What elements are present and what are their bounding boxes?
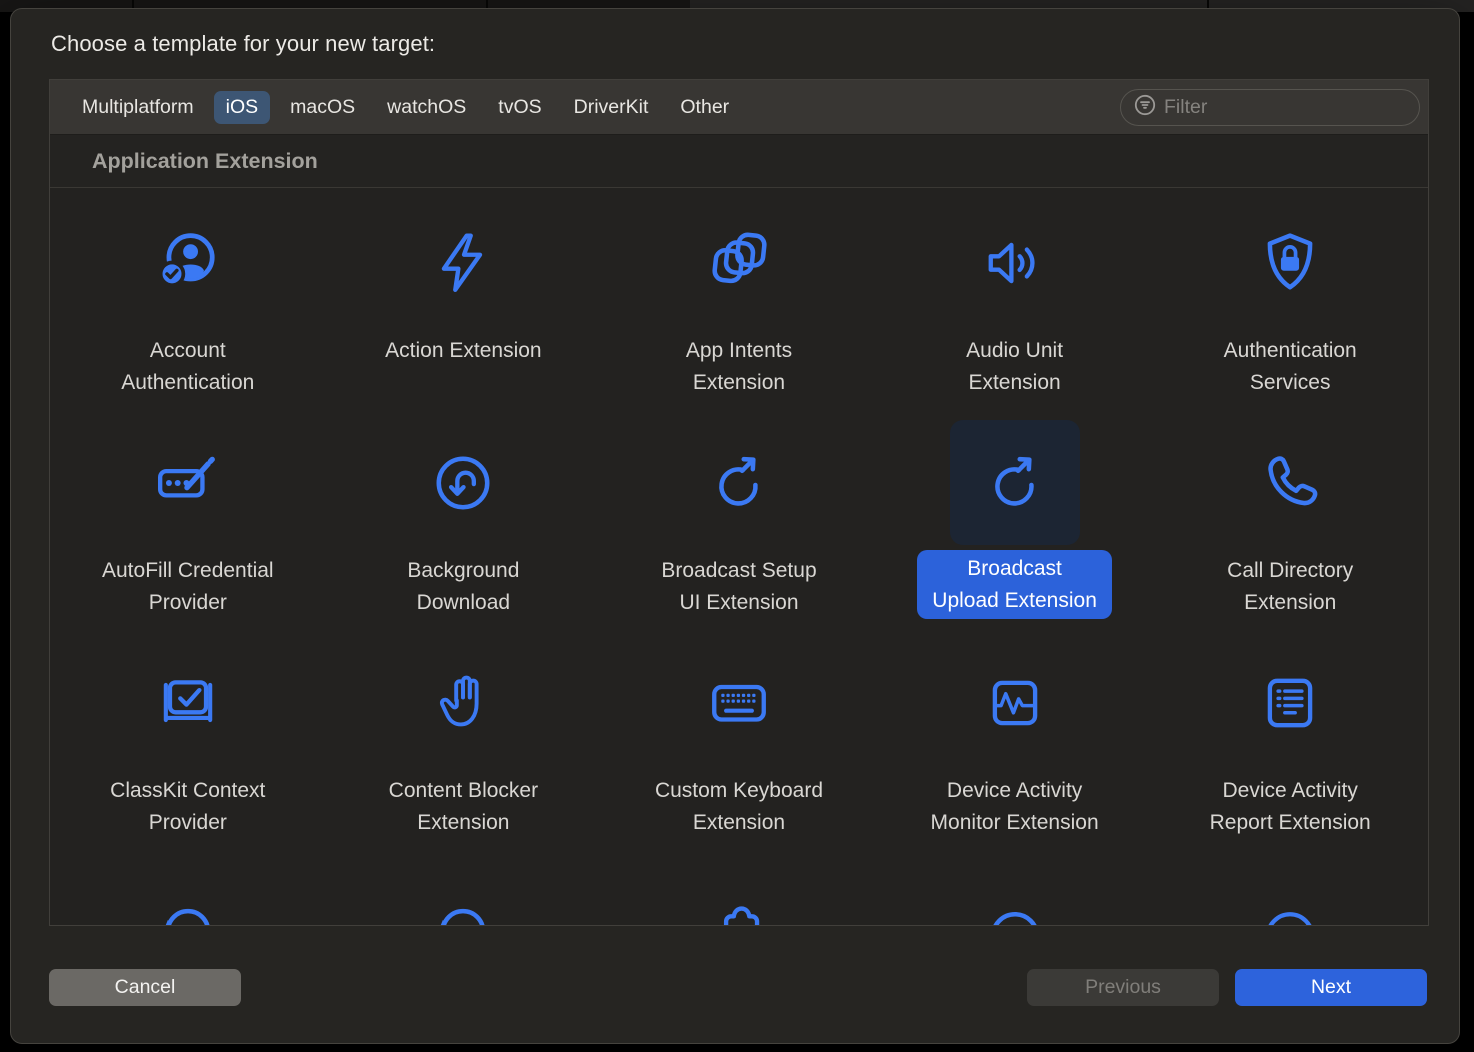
platform-tabbar: MultiplatformiOSmacOSwatchOStvOS DriverKi… — [50, 80, 1428, 135]
filter-icon — [1133, 93, 1157, 122]
template-label: Custom Keyboard Extension — [655, 775, 823, 838]
template-icon-box — [123, 860, 253, 925]
tab-driverkit[interactable]: DriverKit — [562, 91, 661, 124]
template-item[interactable]: Call Directory Extension — [1152, 420, 1428, 640]
template-label: Device Activity Monitor Extension — [931, 775, 1099, 838]
call-directory-icon — [1257, 450, 1323, 516]
template-label: App Intents Extension — [686, 335, 792, 398]
template-label: Authentication Services — [1224, 335, 1357, 398]
template-item[interactable]: Audio Unit Extension — [877, 200, 1153, 420]
template-item-partial[interactable] — [877, 860, 1153, 925]
platform-tabs: MultiplatformiOSmacOSwatchOStvOS DriverKi… — [50, 91, 741, 124]
filter-input[interactable] — [1164, 96, 1407, 119]
new-target-dialog: Choose a template for your new target: M… — [10, 8, 1460, 1044]
template-icon-box — [674, 860, 804, 925]
template-item[interactable]: Device Activity Report Extension — [1152, 640, 1428, 860]
classkit-icon — [155, 670, 221, 736]
template-item[interactable]: Authentication Services — [1152, 200, 1428, 420]
template-icon-box — [950, 200, 1080, 325]
template-icon-box — [123, 420, 253, 545]
filter-field[interactable] — [1120, 89, 1420, 126]
tab-tvos[interactable]: tvOS — [486, 91, 553, 124]
template-icon-box — [398, 200, 528, 325]
template-icon-box — [1225, 420, 1355, 545]
content-blocker-icon — [430, 670, 496, 736]
dialog-title: Choose a template for your new target: — [51, 31, 435, 57]
puzzle-piece-icon — [706, 890, 772, 926]
device-activity-monitor-icon — [982, 670, 1048, 736]
template-label: Call Directory Extension — [1227, 555, 1353, 618]
template-label: AutoFill Credential Provider — [102, 555, 274, 618]
template-icon-box — [950, 420, 1080, 545]
template-item-partial[interactable] — [50, 860, 326, 925]
template-item[interactable]: App Intents Extension — [601, 200, 877, 420]
template-label: Background Download — [407, 555, 519, 618]
template-icon-box — [674, 420, 804, 545]
tab-multiplatform[interactable]: Multiplatform — [70, 91, 206, 124]
template-item[interactable]: Device Activity Monitor Extension — [877, 640, 1153, 860]
tab-other[interactable]: Other — [668, 91, 741, 124]
action-extension-icon — [430, 230, 496, 296]
template-item[interactable]: Background Download — [326, 420, 602, 640]
template-item[interactable]: ClassKit Context Provider — [50, 640, 326, 860]
section-header: Application Extension — [50, 135, 1428, 188]
device-activity-report-icon — [1257, 670, 1323, 736]
template-item[interactable]: Broadcast Setup UI Extension — [601, 420, 877, 640]
template-icon-box — [674, 200, 804, 325]
template-label: ClassKit Context Provider — [110, 775, 265, 838]
template-icon-box — [398, 640, 528, 765]
template-icon-box — [1225, 640, 1355, 765]
arc-arrow-icon — [430, 890, 496, 926]
circle-icon — [982, 890, 1048, 926]
app-intents-icon — [706, 230, 772, 296]
template-icon-box — [1225, 860, 1355, 925]
broadcast-setup-icon — [706, 450, 772, 516]
template-label: Content Blocker Extension — [389, 775, 538, 838]
section-header-label: Application Extension — [92, 149, 318, 174]
template-label: Audio Unit Extension — [966, 335, 1063, 398]
tab-watchos[interactable]: watchOS — [375, 91, 478, 124]
template-icon-box — [674, 640, 804, 765]
custom-keyboard-icon — [706, 670, 772, 736]
template-item-partial[interactable] — [1152, 860, 1428, 925]
template-label: Broadcast Setup UI Extension — [661, 555, 816, 618]
autofill-credential-icon — [155, 450, 221, 516]
account-authentication-icon — [155, 230, 221, 296]
template-label: Action Extension — [385, 335, 541, 367]
template-icon-box — [123, 640, 253, 765]
template-item[interactable]: Custom Keyboard Extension — [601, 640, 877, 860]
template-icon-box — [123, 200, 253, 325]
template-chooser-panel: MultiplatformiOSmacOSwatchOStvOS DriverKi… — [49, 79, 1429, 926]
template-item[interactable]: AutoFill Credential Provider — [50, 420, 326, 640]
template-item-partial[interactable] — [326, 860, 602, 925]
template-item[interactable]: Content Blocker Extension — [326, 640, 602, 860]
template-item[interactable]: Account Authentication — [50, 200, 326, 420]
next-button[interactable]: Next — [1235, 969, 1427, 1006]
template-label: Account Authentication — [121, 335, 254, 398]
template-icon-box — [398, 860, 528, 925]
template-icon-box — [1225, 200, 1355, 325]
template-item[interactable]: Broadcast Upload Extension — [877, 420, 1153, 640]
arc-arrow-icon — [155, 890, 221, 926]
tab-ios[interactable]: iOS — [214, 91, 271, 124]
tab-macos[interactable]: macOS — [278, 91, 367, 124]
cancel-button[interactable]: Cancel — [49, 969, 241, 1006]
template-icon-box — [950, 860, 1080, 925]
template-item[interactable]: Action Extension — [326, 200, 602, 420]
template-label: Device Activity Report Extension — [1210, 775, 1371, 838]
authentication-services-icon — [1257, 230, 1323, 296]
previous-button[interactable]: Previous — [1027, 969, 1219, 1006]
template-grid: Account Authentication Action Extension … — [50, 188, 1428, 925]
template-item-partial[interactable] — [601, 860, 877, 925]
template-icon-box — [398, 420, 528, 545]
broadcast-upload-icon — [982, 450, 1048, 516]
audio-unit-icon — [982, 230, 1048, 296]
template-icon-box — [950, 640, 1080, 765]
template-label: Broadcast Upload Extension — [917, 550, 1112, 619]
background-download-icon — [430, 450, 496, 516]
slashed-circle-icon — [1257, 890, 1323, 926]
